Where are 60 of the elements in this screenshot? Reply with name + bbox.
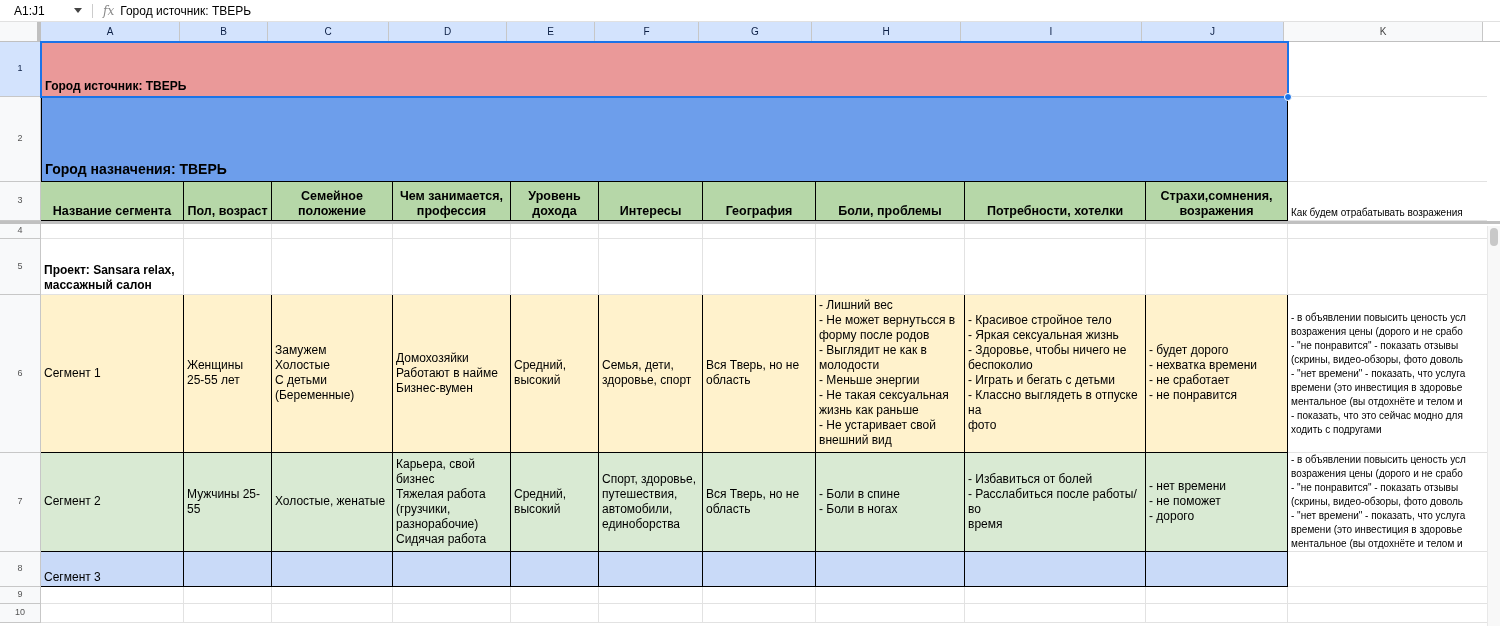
table-cell: Боли, проблемы	[816, 182, 965, 221]
table-cell: Вся Тверь, но не область	[703, 295, 816, 453]
table-cell: - нет времени - не поможет - дорого	[1146, 453, 1288, 552]
banner-text: Город назначения: ТВЕРЬ	[45, 160, 227, 179]
column-header[interactable]: G	[699, 22, 812, 41]
column-header[interactable]: F	[595, 22, 699, 41]
table-cell: Потребности, хотелки	[965, 182, 1146, 221]
row-header[interactable]: 10	[0, 604, 41, 623]
table-cell: Домохозяйки Работают в найме Бизнес-вумен	[393, 295, 511, 453]
table-cell: Карьера, свой бизнес Тяжелая работа (грузчики, разнорабочие) Сидячая работа	[393, 453, 511, 552]
banner-text: Город источник: ТВЕРЬ	[45, 78, 187, 95]
table-cell: - будет дорого - нехватка времени - не сработает - не понравится	[1146, 295, 1288, 453]
table-cell: - Лишний вес - Не может вернутьсся в форму после родов - Выглядит не как в молодости - Меньше энергии - Не такая сексуальная жизнь как раньше - Не устаривает свой внешний вид	[816, 295, 965, 453]
table-cell: Замужем Холостые С детьми (Беременные)	[272, 295, 393, 453]
table-cell: Спорт, здоровье, путешествия, автомобили, единоборства	[599, 453, 703, 552]
table-cell: Чем занимается, профессия	[393, 182, 511, 221]
column-header[interactable]: D	[389, 22, 507, 41]
fx-label: fx	[103, 2, 115, 20]
row-header[interactable]: 4	[0, 224, 41, 239]
table-cell: - Боли в спине - Боли в ногах	[816, 453, 965, 552]
name-box[interactable]: A1:J1	[0, 1, 62, 20]
row-header[interactable]: 8	[0, 552, 41, 587]
table-cell: Страхи,сомнения, возражения	[1146, 182, 1288, 221]
table-cell: Мужчины 25-55	[184, 453, 272, 552]
row-header[interactable]: 6	[0, 295, 41, 453]
table-cell: Женщины 25-55 лет	[184, 295, 272, 453]
table-cell: Уровень дохода	[511, 182, 599, 221]
column-header[interactable]: C	[268, 22, 389, 41]
column-header[interactable]: E	[507, 22, 595, 41]
segment-cell: Сегмент 3	[41, 552, 184, 587]
table-cell: Семейное положение	[272, 182, 393, 221]
table-cell: Название сегмента	[41, 182, 184, 221]
segment-cell: Сегмент 2	[41, 453, 184, 552]
row-header[interactable]: 2	[0, 97, 41, 182]
table-cell: Как будем отрабатывать возражения	[1288, 182, 1487, 221]
table-cell: Пол, возраст	[184, 182, 272, 221]
table-cell: Интересы	[599, 182, 703, 221]
dropdown-caret-icon[interactable]	[74, 8, 82, 13]
table-cell: География	[703, 182, 816, 221]
scrollbar-thumb[interactable]	[1490, 228, 1498, 246]
table-cell: - Избавиться от болей - Расслабиться после работы/во время	[965, 453, 1146, 552]
column-header[interactable]: A	[41, 22, 180, 41]
table-cell: Средний, высокий	[511, 295, 599, 453]
segment-cell: Сегмент 1	[41, 295, 184, 453]
table-cell: Семья, дети, здоровье, спорт	[599, 295, 703, 453]
column-header[interactable]: I	[961, 22, 1142, 41]
column-header[interactable]: B	[180, 22, 268, 41]
column-header[interactable]: J	[1142, 22, 1284, 41]
table-cell: - Красивое стройное тело - Яркая сексуальная жизнь - Здоровье, чтобы ничего не беспоколио - Играть и бегать с детьми - Классно выглядеть в отпуске на фото	[965, 295, 1146, 453]
row-header[interactable]: 5	[0, 239, 41, 295]
row-header[interactable]: 7	[0, 453, 41, 552]
column-header[interactable]: K	[1284, 22, 1483, 41]
table-cell: Холостые, женатые	[272, 453, 393, 552]
column-header[interactable]: H	[812, 22, 961, 41]
row-header[interactable]: 1	[0, 42, 41, 97]
row-header[interactable]: 3	[0, 182, 41, 221]
formula-text[interactable]: Город источник: ТВЕРЬ	[120, 1, 252, 20]
row-header[interactable]: 9	[0, 587, 41, 604]
table-cell: Вся Тверь, но не область	[703, 453, 816, 552]
table-cell: Средний, высокий	[511, 453, 599, 552]
